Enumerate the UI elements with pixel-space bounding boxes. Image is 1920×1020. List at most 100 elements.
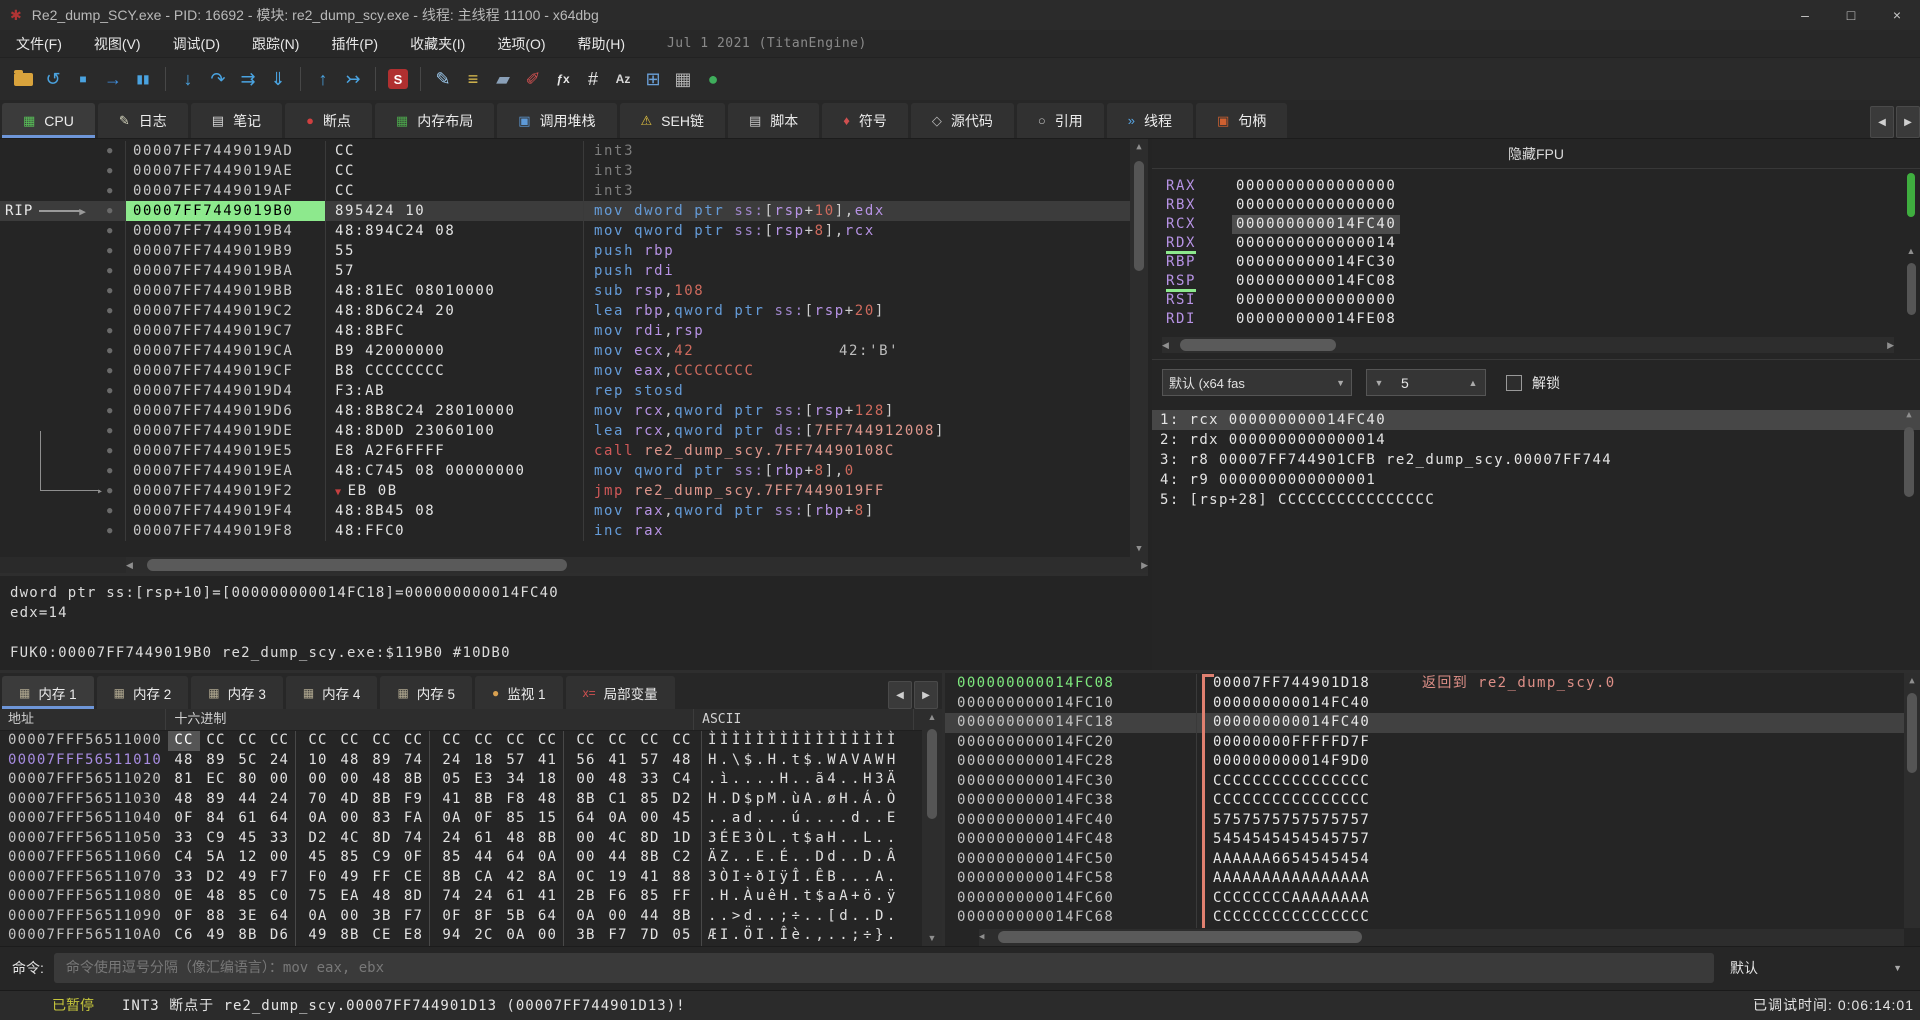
- hex-byte[interactable]: 48: [666, 751, 698, 771]
- stack-row[interactable]: 000000000014FC28 000000000014F9D0: [945, 752, 1904, 772]
- hex-byte[interactable]: 64: [570, 809, 602, 829]
- hex-byte[interactable]: 0F: [168, 809, 200, 829]
- hex-byte[interactable]: 00: [532, 926, 564, 946]
- disassembly-row[interactable]: ● 00007FF7449019CA B9 42000000 mov ecx,4…: [0, 341, 1130, 361]
- tab-cpu[interactable]: ▦ CPU: [2, 103, 95, 138]
- stack-row[interactable]: 000000000014FC08 00007FF744901D18 返回到 re…: [945, 674, 1904, 694]
- argument-row[interactable]: 2: rdx 0000000000000014: [1152, 430, 1920, 450]
- pause-button[interactable]: ▮▮: [128, 64, 158, 94]
- disassembly-row[interactable]: ● 00007FF7449019AF CC int3: [0, 181, 1130, 201]
- hex-byte[interactable]: 0A: [570, 907, 602, 927]
- scroll-left-icon[interactable]: ◀: [979, 929, 984, 945]
- tab-handles[interactable]: ▣ 句柄: [1196, 103, 1287, 138]
- hex-byte[interactable]: 24: [264, 790, 296, 810]
- hex-byte[interactable]: CC: [602, 731, 634, 751]
- register-row[interactable]: RBX 0000000000000000: [1166, 196, 1920, 215]
- hex-byte[interactable]: 41: [532, 751, 564, 771]
- hex-byte[interactable]: 45: [302, 848, 334, 868]
- hex-byte[interactable]: CC: [570, 731, 602, 751]
- hex-byte[interactable]: C0: [264, 887, 296, 907]
- tab-seh[interactable]: ⚠ SEH链: [620, 103, 725, 138]
- scroll-handle[interactable]: [1180, 339, 1336, 351]
- dump-tab-scroll-left-button[interactable]: ◀: [888, 681, 912, 709]
- tab-memory-map[interactable]: ▦ 内存布局: [375, 103, 494, 138]
- execute-till-return-button[interactable]: ⇓: [263, 64, 293, 94]
- hex-byte[interactable]: E3: [468, 770, 500, 790]
- hex-byte[interactable]: 0F: [436, 907, 468, 927]
- topmost-button[interactable]: ⊞: [638, 64, 668, 94]
- dump-vscrollbar[interactable]: ▲ ▼: [922, 709, 942, 946]
- hex-byte[interactable]: 12: [232, 848, 264, 868]
- hex-byte[interactable]: 49: [232, 868, 264, 888]
- hex-dump-row[interactable]: 00007FFF56511040 0F8461640A0083FA0A0F851…: [0, 809, 922, 829]
- hex-byte[interactable]: D2: [302, 829, 334, 849]
- hex-byte[interactable]: 00: [264, 770, 296, 790]
- disassembly-view[interactable]: ● 00007FF7449019AD CC int3 ● 00007FF7449…: [0, 139, 1148, 557]
- hex-byte[interactable]: 44: [232, 790, 264, 810]
- stack-vscrollbar[interactable]: ▲: [1904, 673, 1920, 928]
- hex-byte[interactable]: FA: [398, 809, 430, 829]
- hex-byte[interactable]: 74: [398, 751, 430, 771]
- argument-row[interactable]: 1: rcx 000000000014FC40: [1152, 410, 1920, 430]
- hex-byte[interactable]: 8B: [398, 770, 430, 790]
- hex-byte[interactable]: 05: [436, 770, 468, 790]
- argument-count-spinner[interactable]: ▼ 5 ▲: [1366, 369, 1486, 396]
- register-row[interactable]: RDI 000000000014FE08: [1166, 310, 1920, 329]
- scroll-down-icon[interactable]: ▼: [1136, 541, 1141, 557]
- hex-byte[interactable]: 49: [302, 926, 334, 946]
- disassembly-hscrollbar[interactable]: ◀ ▶: [126, 557, 1148, 573]
- hex-byte[interactable]: 85: [634, 887, 666, 907]
- calculator-button[interactable]: ▦: [668, 64, 698, 94]
- scroll-handle[interactable]: [1907, 263, 1916, 315]
- hex-byte[interactable]: 33: [168, 829, 200, 849]
- disassembly-row[interactable]: ● 00007FF7449019F2 ▼EB 0B jmp re2_dump_s…: [0, 481, 1130, 501]
- scroll-up-icon[interactable]: ▲: [928, 709, 937, 725]
- step-out-button[interactable]: ↑: [308, 64, 338, 94]
- hex-byte[interactable]: 0A: [436, 809, 468, 829]
- tab-call-stack[interactable]: ▣ 调用堆栈: [497, 103, 616, 138]
- settings-sliders-button[interactable]: ≡: [458, 64, 488, 94]
- stack-row[interactable]: 000000000014FC58 AAAAAAAAAAAAAAAA: [945, 869, 1904, 889]
- calling-convention-select[interactable]: 默认 (x64 fas ▼: [1162, 369, 1352, 396]
- register-row[interactable]: RBP 000000000014FC30: [1166, 253, 1920, 272]
- hex-byte[interactable]: CE: [366, 926, 398, 946]
- hex-byte[interactable]: 0C: [570, 868, 602, 888]
- hex-byte[interactable]: 41: [532, 887, 564, 907]
- hex-byte[interactable]: 83: [366, 809, 398, 829]
- stack-view[interactable]: 000000000014FC08 00007FF744901D18 返回到 re…: [945, 673, 1920, 946]
- stack-row[interactable]: 000000000014FC68 CCCCCCCCCCCCCCCC: [945, 908, 1904, 928]
- command-profile-select[interactable]: 默认 ▼: [1730, 958, 1920, 978]
- hex-byte[interactable]: 48: [168, 751, 200, 771]
- hex-byte[interactable]: 8B: [634, 848, 666, 868]
- hex-byte[interactable]: 48: [200, 887, 232, 907]
- hex-byte[interactable]: CC: [666, 731, 698, 751]
- hex-byte[interactable]: F7: [602, 926, 634, 946]
- hex-byte[interactable]: C6: [168, 926, 200, 946]
- hex-byte[interactable]: 85: [634, 790, 666, 810]
- hex-dump-row[interactable]: 00007FFF56511010 48895C24104889742418574…: [0, 751, 922, 771]
- hex-byte[interactable]: 74: [398, 829, 430, 849]
- menu-item[interactable]: 调试(D): [157, 30, 236, 58]
- disassembly-row[interactable]: ● 00007FF7449019D6 48:8B8C24 28010000 mo…: [0, 401, 1130, 421]
- hex-byte[interactable]: 24: [436, 829, 468, 849]
- disassembly-row[interactable]: ● 00007FF7449019AD CC int3: [0, 141, 1130, 161]
- hex-byte[interactable]: 42: [500, 868, 532, 888]
- hex-byte[interactable]: 84: [200, 809, 232, 829]
- hex-byte[interactable]: 48: [602, 770, 634, 790]
- hex-byte[interactable]: 4C: [334, 829, 366, 849]
- highlight-button[interactable]: ✐: [518, 64, 548, 94]
- hex-dump-row[interactable]: 00007FFF56511070 33D249F7F049FFCE8BCA428…: [0, 868, 922, 888]
- hex-byte[interactable]: C4: [168, 848, 200, 868]
- trace-into-button[interactable]: ⇉: [233, 64, 263, 94]
- hex-byte[interactable]: 64: [264, 907, 296, 927]
- disassembly-row[interactable]: ● 00007FF7449019B4 48:894C24 08 mov qwor…: [0, 221, 1130, 241]
- hex-byte[interactable]: 8B: [334, 926, 366, 946]
- hex-byte[interactable]: 10: [302, 751, 334, 771]
- open-file-button[interactable]: [8, 64, 38, 94]
- scroll-handle[interactable]: [147, 559, 567, 571]
- hex-byte[interactable]: F9: [398, 790, 430, 810]
- hex-byte[interactable]: 88: [666, 868, 698, 888]
- hex-byte[interactable]: F7: [264, 868, 296, 888]
- hex-dump-row[interactable]: 00007FFF56511080 0E4885C075EA488D7424614…: [0, 887, 922, 907]
- stack-row[interactable]: 000000000014FC20 00000000FFFFFD7F: [945, 733, 1904, 753]
